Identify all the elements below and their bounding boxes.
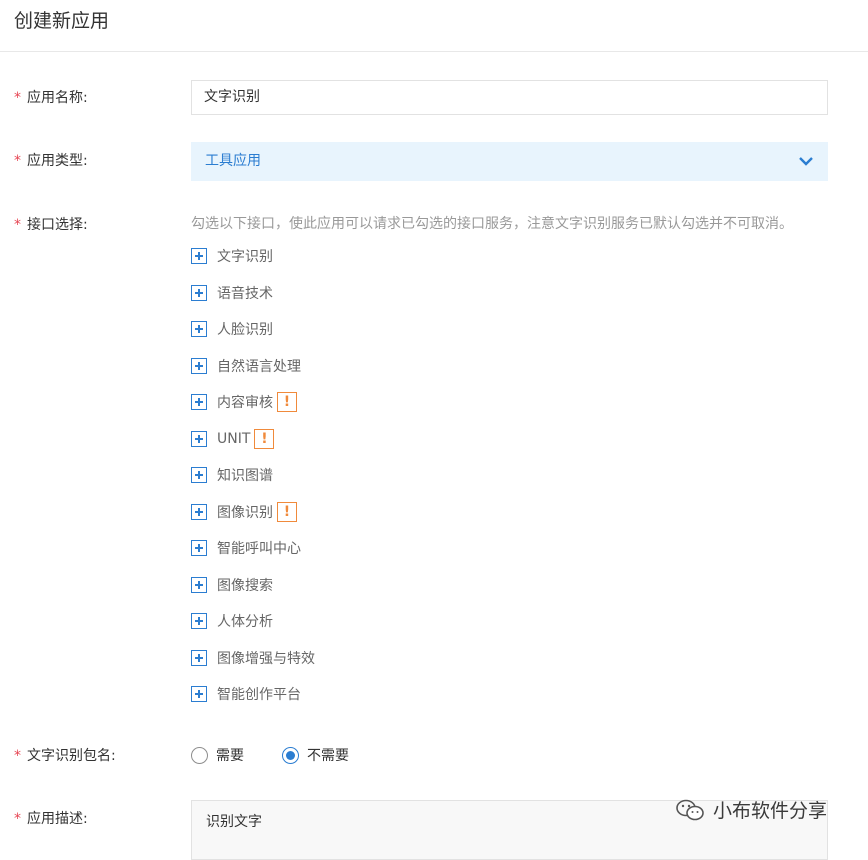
plus-icon[interactable] — [191, 431, 207, 447]
required-mark: * — [14, 90, 21, 106]
api-item[interactable]: 知识图谱 — [191, 465, 273, 485]
radio-need[interactable]: 需要 — [191, 745, 244, 765]
api-item[interactable]: 图像增强与特效 — [191, 648, 315, 668]
api-select-label: * 接口选择: — [14, 217, 88, 233]
api-item[interactable]: 图像识别! — [191, 502, 297, 522]
api-item[interactable]: 文字识别 — [191, 246, 273, 266]
warning-icon: ! — [277, 392, 297, 412]
watermark: 小布软件分享 — [675, 796, 827, 823]
package-name-radio-group: 需要 不需要 — [191, 745, 387, 765]
api-item-label: UNIT — [217, 431, 251, 447]
api-item-label: 知识图谱 — [217, 468, 273, 484]
app-type-select[interactable]: 工具应用 — [191, 142, 828, 181]
api-item-label: 人体分析 — [217, 614, 273, 630]
required-mark: * — [14, 153, 21, 169]
plus-icon[interactable] — [191, 613, 207, 629]
page-title: 创建新应用 — [14, 10, 110, 32]
api-item-label: 内容审核 — [217, 395, 273, 411]
app-name-label: * 应用名称: — [14, 90, 88, 106]
app-type-value: 工具应用 — [205, 153, 261, 169]
plus-icon[interactable] — [191, 686, 207, 702]
api-item-label: 智能创作平台 — [217, 687, 301, 703]
required-mark: * — [14, 811, 21, 827]
package-name-label: * 文字识别包名: — [14, 748, 116, 764]
chevron-down-icon — [799, 157, 813, 166]
api-item[interactable]: 智能呼叫中心 — [191, 538, 301, 558]
api-item-label: 文字识别 — [217, 249, 273, 265]
api-item[interactable]: 人脸识别 — [191, 319, 273, 339]
api-item[interactable]: 图像搜索 — [191, 575, 273, 595]
page-header: 创建新应用 — [0, 0, 868, 52]
plus-icon[interactable] — [191, 540, 207, 556]
plus-icon[interactable] — [191, 285, 207, 301]
app-name-input[interactable]: 文字识别 — [191, 80, 828, 115]
api-item-label: 图像识别 — [217, 505, 273, 521]
description-label: * 应用描述: — [14, 811, 88, 827]
radio-label: 不需要 — [307, 748, 349, 764]
wechat-icon — [676, 799, 704, 820]
api-item-label: 智能呼叫中心 — [217, 541, 301, 557]
plus-icon[interactable] — [191, 467, 207, 483]
api-item[interactable]: 语音技术 — [191, 283, 273, 303]
app-type-label: * 应用类型: — [14, 153, 88, 169]
plus-icon[interactable] — [191, 321, 207, 337]
api-item[interactable]: 内容审核! — [191, 392, 297, 412]
radio-label: 需要 — [216, 748, 244, 764]
api-select-hint: 勾选以下接口，使此应用可以请求已勾选的接口服务，注意文字识别服务已默认勾选并不可… — [191, 216, 793, 232]
required-mark: * — [14, 217, 21, 233]
plus-icon[interactable] — [191, 394, 207, 410]
radio-circle — [282, 746, 299, 764]
radio-circle — [191, 746, 208, 764]
api-item-label: 人脸识别 — [217, 322, 273, 338]
api-item-label: 自然语言处理 — [217, 359, 301, 375]
api-item[interactable]: 人体分析 — [191, 611, 273, 631]
api-item[interactable]: 智能创作平台 — [191, 684, 301, 704]
plus-icon[interactable] — [191, 248, 207, 264]
plus-icon[interactable] — [191, 577, 207, 593]
plus-icon[interactable] — [191, 358, 207, 374]
plus-icon[interactable] — [191, 650, 207, 666]
plus-icon[interactable] — [191, 504, 207, 520]
watermark-text: 小布软件分享 — [713, 800, 828, 822]
required-mark: * — [14, 748, 21, 764]
api-item[interactable]: 自然语言处理 — [191, 356, 301, 376]
radio-not-need[interactable]: 不需要 — [282, 745, 349, 765]
warning-icon: ! — [254, 429, 275, 449]
api-item-label: 图像搜索 — [217, 578, 273, 594]
warning-icon: ! — [277, 502, 297, 522]
api-item-label: 语音技术 — [217, 286, 273, 302]
api-item-label: 图像增强与特效 — [217, 651, 315, 667]
api-item[interactable]: UNIT! — [191, 429, 275, 449]
